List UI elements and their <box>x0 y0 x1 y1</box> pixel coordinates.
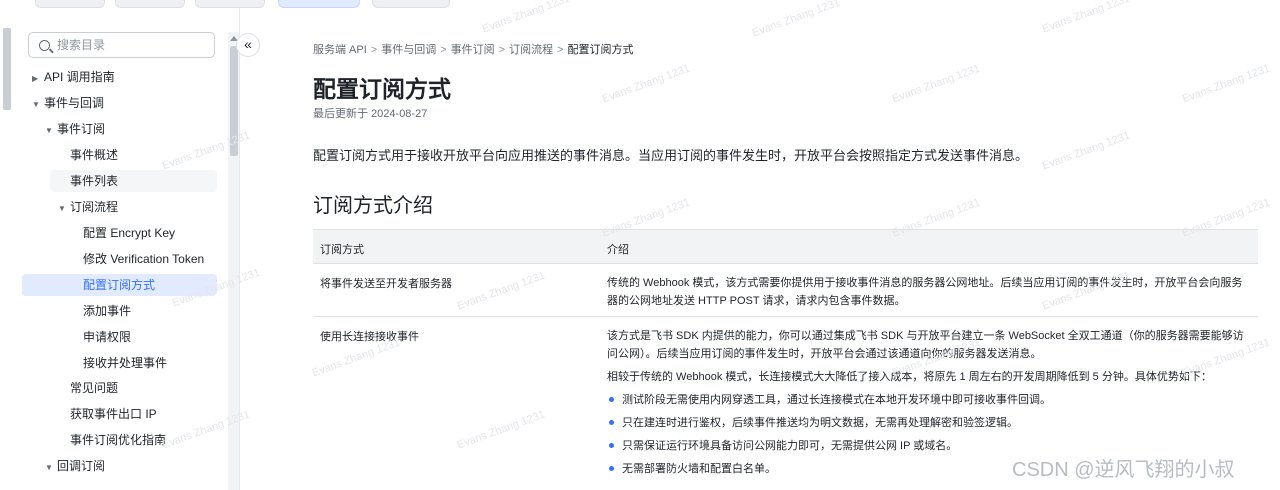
toolbar-button[interactable] <box>35 0 105 8</box>
description-text: 相较于传统的 Webhook 模式，长连接模式大大降低了接入成本，将原先 1 周… <box>607 371 1212 383</box>
breadcrumb-link[interactable]: 订阅流程 <box>509 44 553 56</box>
column-header: 介绍 <box>607 244 629 256</box>
description-text: 传统的 Webhook 模式，该方式需要你提供用于接收事件消息的服务器公网地址。… <box>607 277 1243 307</box>
nav-label: 事件订阅优化指南 <box>70 433 167 447</box>
nav-label: 修改 Verification Token <box>83 252 205 266</box>
double-chevron-left-icon: « <box>244 36 252 52</box>
intro-paragraph: 配置订阅方式用于接收开放平台向应用推送的事件消息。当应用订阅的事件发生时，开放平… <box>313 148 1029 163</box>
nav-item-verification-token[interactable]: 修改 Verification Token <box>83 248 204 270</box>
nav-label: 常见问题 <box>70 381 119 395</box>
description-text: 该方式是飞书 SDK 内提供的能力，你可以通过集成飞书 SDK 与开放平台建立一… <box>607 330 1244 360</box>
left-scrollbar[interactable] <box>3 28 11 110</box>
nav-label: 订阅流程 <box>70 200 119 214</box>
caret-right-icon: ▶ <box>32 74 39 83</box>
nav-item-faq[interactable]: 常见问题 <box>70 377 118 399</box>
method-cell: 将事件发送至开发者服务器 <box>320 278 452 290</box>
sidebar: ▶ API 调用指南 ▼ 事件与回调 ▼ 事件订阅 事件概述 事件列表 ▼ 订阅流程 配… <box>0 8 240 490</box>
nav-label: 回调订阅 <box>57 459 106 473</box>
breadcrumb-link[interactable]: 事件订阅 <box>451 44 495 56</box>
advantage-bullet: 测试阶段无需使用内网穿透工具，通过长连接模式在本地开发环境中即可接收事件回调。 <box>607 391 1252 409</box>
breadcrumb: 服务端 API > 事件与回调 > 事件订阅 > 订阅流程 > 配置订阅方式 <box>313 44 634 56</box>
nav-item-event-overview[interactable]: 事件概述 <box>70 144 118 166</box>
nav-item-receive-events[interactable]: 接收并处理事件 <box>83 352 167 374</box>
table-header: 订阅方式 介绍 <box>313 229 1258 264</box>
nav-label: 事件与回调 <box>44 96 105 110</box>
nav-label: 事件订阅 <box>57 122 106 136</box>
nav-label: 配置 Encrypt Key <box>83 226 176 240</box>
page-title: 配置订阅方式 <box>313 76 451 102</box>
caret-down-icon: ▼ <box>45 126 53 135</box>
nav-label: 配置订阅方式 <box>83 278 156 292</box>
nav-item-callback-subscription[interactable]: ▼ 回调订阅 <box>45 455 105 477</box>
nav-item-api-guide[interactable]: ▶ API 调用指南 <box>32 66 115 88</box>
toolbar-button[interactable] <box>195 0 265 8</box>
section-title: 订阅方式介绍 <box>313 195 433 217</box>
nav-item-egress-ip[interactable]: 获取事件出口 IP <box>70 403 157 425</box>
nav-item-optimization-guide[interactable]: 事件订阅优化指南 <box>70 429 166 451</box>
main-content: 服务端 API > 事件与回调 > 事件订阅 > 订阅流程 > 配置订阅方式 配置订阅方式 最后… <box>313 0 1258 490</box>
caret-down-icon: ▼ <box>32 100 40 109</box>
advantage-bullet: 只在建连时进行鉴权，后续事件推送均为明文数据，无需再处理解密和验签逻辑。 <box>607 414 1252 432</box>
nav-label: 添加事件 <box>83 304 132 318</box>
last-updated: 最后更新于 2024-08-27 <box>313 108 428 120</box>
search-box[interactable] <box>28 32 215 58</box>
nav-label: 接收并处理事件 <box>83 356 168 370</box>
nav-label: 事件列表 <box>70 174 119 188</box>
nav-item-encrypt-key[interactable]: 配置 Encrypt Key <box>83 222 175 244</box>
breadcrumb-link[interactable]: 服务端 API <box>313 44 367 56</box>
description-cell: 传统的 Webhook 模式，该方式需要你提供用于接收事件消息的服务器公网地址。… <box>607 274 1252 315</box>
nav-label: 申请权限 <box>83 330 132 344</box>
column-header: 订阅方式 <box>320 244 364 256</box>
collapse-sidebar-button[interactable]: « <box>236 33 260 57</box>
csdn-watermark: CSDN @逆风飞翔的小叔 <box>1012 459 1235 481</box>
nav-item-apply-permission[interactable]: 申请权限 <box>83 326 131 348</box>
search-icon <box>39 39 50 51</box>
nav-item-subscription-flow[interactable]: ▼ 订阅流程 <box>58 196 118 218</box>
nav-label: 事件概述 <box>70 148 119 162</box>
breadcrumb-current: 配置订阅方式 <box>567 44 634 56</box>
method-cell: 使用长连接接收事件 <box>320 331 419 343</box>
toolbar-button[interactable] <box>115 0 185 8</box>
caret-down-icon: ▼ <box>58 204 66 213</box>
nav-item-event-subscription[interactable]: ▼ 事件订阅 <box>45 118 105 140</box>
table-row: 将事件发送至开发者服务器 传统的 Webhook 模式，该方式需要你提供用于接收… <box>313 264 1258 317</box>
sidebar-scrollbar-thumb[interactable] <box>230 46 238 156</box>
nav-item-event-list[interactable]: 事件列表 <box>50 170 217 192</box>
nav-item-config-subscription[interactable]: 配置订阅方式 <box>22 274 217 296</box>
search-input[interactable] <box>57 38 207 52</box>
nav-item-add-event[interactable]: 添加事件 <box>83 300 131 322</box>
nav-label: 获取事件出口 IP <box>70 407 157 421</box>
caret-down-icon: ▼ <box>45 463 53 472</box>
nav-label: API 调用指南 <box>44 70 115 84</box>
breadcrumb-link[interactable]: 事件与回调 <box>381 44 436 56</box>
nav-item-events-callbacks[interactable]: ▼ 事件与回调 <box>32 92 104 114</box>
